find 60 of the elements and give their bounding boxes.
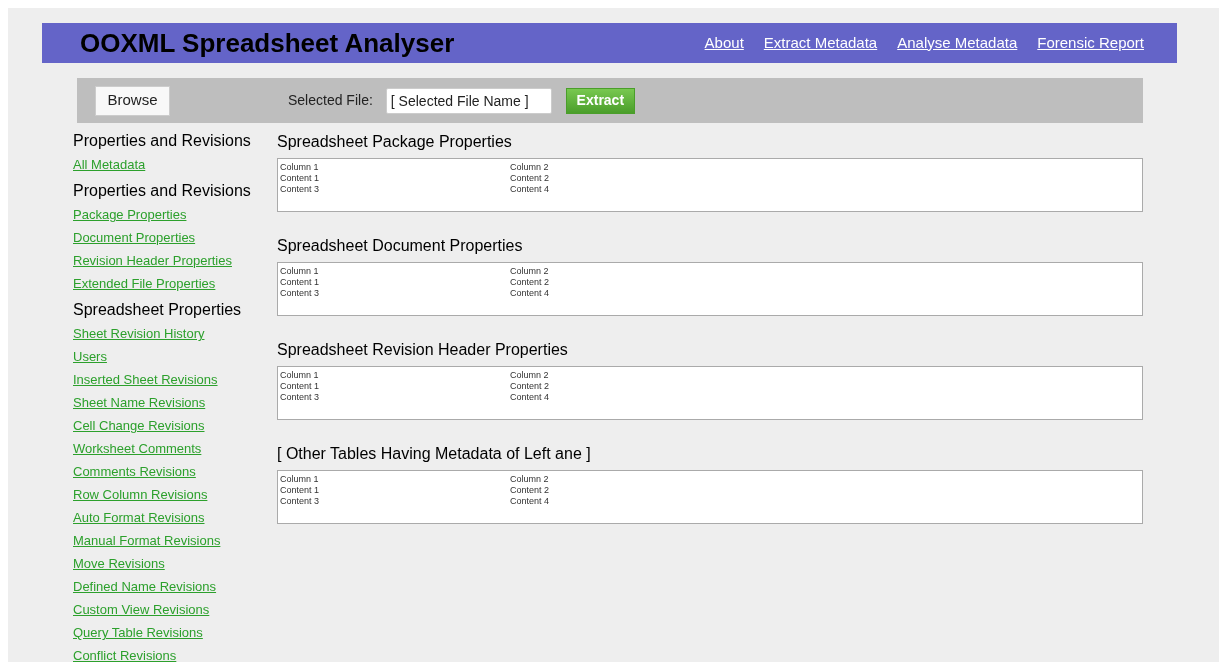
sidebar-heading: Spreadsheet Properties bbox=[73, 300, 243, 320]
section-title: Spreadsheet Revision Header Properties bbox=[277, 340, 569, 360]
sidebar-heading: Properties and Revisions bbox=[73, 131, 252, 151]
sidebar-link[interactable]: Manual Format Revisions bbox=[73, 533, 221, 548]
sidebar-link[interactable]: Auto Format Revisions bbox=[73, 510, 205, 525]
sidebar-link[interactable]: Sheet Revision History bbox=[73, 326, 205, 341]
column-header: Column 1 bbox=[280, 473, 320, 485]
extract-button[interactable]: Extract bbox=[565, 87, 635, 114]
sidebar-link[interactable]: Inserted Sheet Revisions bbox=[73, 372, 218, 387]
section-title: Spreadsheet Document Properties bbox=[277, 236, 524, 256]
table-cell-text: Content 4 bbox=[510, 184, 551, 195]
table-cell-text: Content 3 bbox=[280, 392, 321, 403]
sidebar-link[interactable]: Conflict Revisions bbox=[73, 648, 177, 662]
table-cell-text: Content 4 bbox=[510, 288, 551, 299]
sidebar-link[interactable]: All Metadata bbox=[73, 157, 146, 172]
sidebar-link[interactable]: Revision Header Properties bbox=[73, 253, 232, 268]
table-cell-text: Content 1 bbox=[280, 173, 321, 184]
nav-link[interactable]: Extract Metadata bbox=[763, 31, 878, 55]
sidebar-link[interactable]: Move Revisions bbox=[73, 556, 165, 571]
section-title: [ Other Tables Having Metadata of Left ane ] bbox=[277, 444, 592, 464]
table-cell-text: Content 3 bbox=[280, 184, 321, 195]
sidebar-link[interactable]: Package Properties bbox=[73, 207, 187, 222]
column-header: Column 1 bbox=[280, 369, 320, 381]
selected-file-label: Selected File: bbox=[288, 91, 373, 110]
column-header: Column 2 bbox=[510, 265, 550, 277]
column-header: Column 2 bbox=[510, 161, 550, 173]
sidebar-link[interactable]: Defined Name Revisions bbox=[73, 579, 217, 594]
file-name-field[interactable]: [ Selected File Name ] bbox=[385, 87, 552, 114]
column-header: Column 1 bbox=[280, 265, 320, 277]
sidebar-link[interactable]: Row Column Revisions bbox=[73, 487, 208, 502]
sidebar-link[interactable]: Document Properties bbox=[73, 230, 196, 245]
sidebar-link[interactable]: Sheet Name Revisions bbox=[73, 395, 206, 410]
sidebar-heading: Properties and Revisions bbox=[73, 181, 252, 201]
column-header: Column 1 bbox=[280, 161, 320, 173]
sidebar-link[interactable]: Users bbox=[73, 349, 107, 364]
nav-link[interactable]: About bbox=[704, 31, 744, 55]
table-cell-text: Content 3 bbox=[280, 288, 321, 299]
sidebar-link[interactable]: Query Table Revisions bbox=[73, 625, 203, 640]
table-cell-text: Content 3 bbox=[280, 496, 321, 507]
table-cell-text: Content 2 bbox=[510, 485, 551, 496]
sidebar-link[interactable]: Cell Change Revisions bbox=[73, 418, 205, 433]
section-title: Spreadsheet Package Properties bbox=[277, 132, 513, 152]
app-title: OOXML Spreadsheet Analyser bbox=[80, 26, 455, 60]
sidebar-link[interactable]: Custom View Revisions bbox=[73, 602, 210, 617]
browse-button[interactable]: Browse bbox=[95, 85, 170, 116]
table-cell-text: Content 2 bbox=[510, 381, 551, 392]
table-cell-text: Content 4 bbox=[510, 392, 551, 403]
column-header: Column 2 bbox=[510, 473, 550, 485]
nav-link[interactable]: Forensic Report bbox=[1037, 31, 1144, 55]
nav-link[interactable]: Analyse Metadata bbox=[897, 31, 1018, 55]
sidebar-link[interactable]: Worksheet Comments bbox=[73, 441, 202, 456]
sidebar-link[interactable]: Comments Revisions bbox=[73, 464, 196, 479]
table-cell-text: Content 1 bbox=[280, 381, 321, 392]
column-header: Column 2 bbox=[510, 369, 550, 381]
table-cell-text: Content 1 bbox=[280, 277, 321, 288]
table-cell-text: Content 1 bbox=[280, 485, 321, 496]
table-cell-text: Content 2 bbox=[510, 173, 551, 184]
table-cell-text: Content 2 bbox=[510, 277, 551, 288]
sidebar-link[interactable]: Extended File Properties bbox=[73, 276, 216, 291]
table-cell-text: Content 4 bbox=[510, 496, 551, 507]
